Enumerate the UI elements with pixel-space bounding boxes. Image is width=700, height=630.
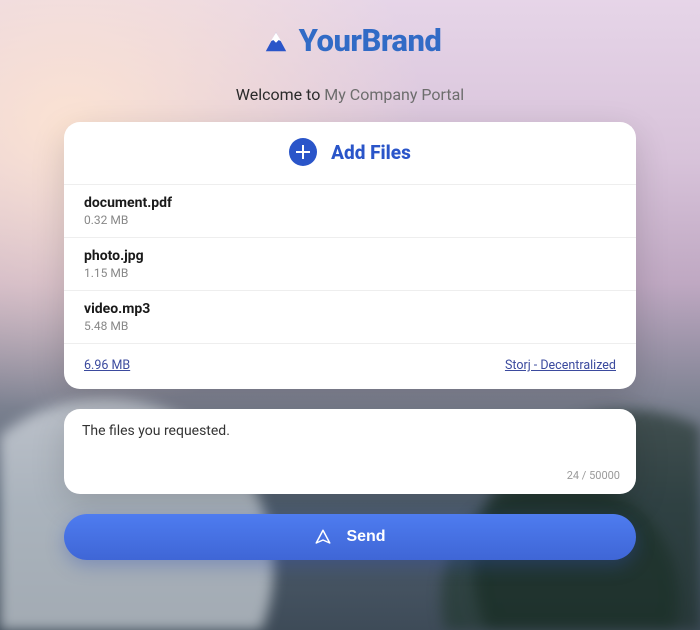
message-input[interactable]: The files you requested.	[64, 409, 636, 469]
brand-logo: YourBrand	[259, 22, 442, 59]
welcome-prefix: Welcome to	[236, 85, 324, 104]
files-card: Add Files document.pdf 0.32 MB photo.jpg…	[64, 122, 636, 389]
file-size: 0.32 MB	[84, 213, 616, 227]
brand-name: YourBrand	[299, 22, 442, 59]
list-item[interactable]: video.mp3 5.48 MB	[64, 291, 636, 344]
storage-provider-link[interactable]: Storj - Decentralized	[505, 358, 616, 373]
list-item[interactable]: photo.jpg 1.15 MB	[64, 238, 636, 291]
plus-icon	[289, 138, 317, 166]
files-meta-row: 6.96 MB Storj - Decentralized	[64, 344, 636, 373]
send-label: Send	[346, 528, 385, 546]
send-button[interactable]: Send	[64, 514, 636, 560]
file-name: video.mp3	[84, 301, 616, 317]
total-size-link[interactable]: 6.96 MB	[84, 358, 130, 373]
char-counter: 24 / 50000	[64, 469, 636, 494]
welcome-text: Welcome to My Company Portal	[236, 85, 464, 104]
file-name: photo.jpg	[84, 248, 616, 264]
add-files-button[interactable]: Add Files	[64, 122, 636, 184]
file-size: 5.48 MB	[84, 319, 616, 333]
file-name: document.pdf	[84, 195, 616, 211]
message-card: The files you requested. 24 / 50000	[64, 409, 636, 494]
file-size: 1.15 MB	[84, 266, 616, 280]
list-item[interactable]: document.pdf 0.32 MB	[64, 185, 636, 238]
add-files-label: Add Files	[331, 141, 411, 164]
file-list: document.pdf 0.32 MB photo.jpg 1.15 MB v…	[64, 184, 636, 344]
app-name: My Company Portal	[324, 85, 464, 104]
mountain-icon	[259, 27, 293, 55]
send-icon	[314, 528, 332, 546]
